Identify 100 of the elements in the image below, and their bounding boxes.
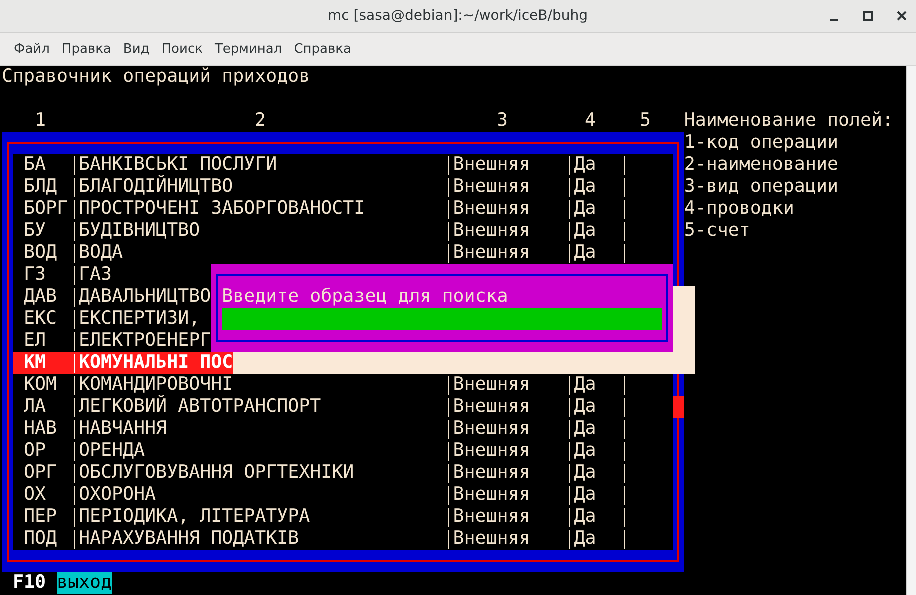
table-row[interactable]: КМ КОМУНАЛЬНІ ПОС (13, 352, 234, 374)
legend-text: 2-наименование (684, 154, 838, 176)
table-row[interactable]: БОРГ ПРОСТРОЧЕНІ ЗАБОРГОВАНОСТІ Внешняя Да (13, 198, 674, 220)
table-cell-text: БУДІВНИЦТВО (79, 220, 202, 242)
table-cell-text: ОР (24, 440, 48, 462)
table-cell: БОРГ (24, 198, 68, 220)
legend-text: 5-счет (684, 220, 750, 242)
table-cell-text: Да (574, 484, 598, 506)
menu-item[interactable]: Файл (8, 38, 56, 60)
legend-text: 1-код операции (684, 132, 838, 154)
table-row[interactable]: ВОД ВОДА Внешняя Да (13, 242, 674, 264)
table-cell-text: ОРГ (24, 462, 58, 484)
table-cell-text: ОХ (24, 484, 48, 506)
table-row[interactable]: ПЕР ПЕРІОДИКА, ЛІТЕРАТУРА Внешняя Да (13, 506, 674, 528)
table-cell-text: Да (574, 418, 598, 440)
table-cell-text: ПОД (24, 528, 58, 550)
table-row[interactable]: ГЗ ГАЗ (13, 264, 112, 286)
table-cell-text: ПЕР (24, 506, 58, 528)
table-cell-text: Внешняя (453, 418, 532, 440)
table-cell: ЕКСПЕРТИЗИ, (79, 308, 200, 330)
table-cell-text: Внешняя (453, 176, 532, 198)
table-cell: КОМУНАЛЬНІ ПОС (79, 352, 234, 374)
table-cell-text: Внешняя (453, 198, 532, 220)
table-cell-text: НАВЧАННЯ (79, 418, 168, 440)
table-cell-text: Да (574, 198, 598, 220)
table-row[interactable]: ДАВ ДАВАЛЬНИЦТВО (13, 286, 212, 308)
menu-item[interactable]: Терминал (208, 38, 288, 60)
window-title: mc [sasa@debian]:~/work/iceB/buhg (328, 8, 588, 24)
table-cell-text: БА (24, 154, 48, 176)
table-cell-text: Внешняя (453, 374, 532, 396)
table-cell-text: Внешняя (453, 396, 532, 418)
table-cell-text: КОМ (24, 374, 58, 396)
menu-item[interactable]: Правка (56, 38, 118, 60)
table-cell-text: Внешняя (453, 506, 532, 528)
table-cell-text: Да (574, 396, 598, 418)
table-row[interactable]: ОХ ОХОРОНА Внешняя Да (13, 484, 674, 506)
table-cell-text: Внешняя (453, 242, 532, 264)
table-cell-text: Да (574, 242, 598, 264)
maximize-icon[interactable] (862, 10, 874, 22)
table-cell-text: Да (574, 528, 598, 550)
table-row[interactable]: ПОД НАРАХУВАННЯ ПОДАТКІВ Внешняя Да (13, 528, 674, 550)
table-cell-text: Да (574, 440, 598, 462)
table-cell-text: ВОД (24, 242, 58, 264)
table-cell-text: ОРЕНДА (79, 440, 146, 462)
scrollbar[interactable] (906, 66, 916, 595)
table-row[interactable]: БА БАНКІВСЬКІ ПОСЛУГИ Внешняя Да (13, 154, 674, 176)
table-cell-text: Да (574, 374, 598, 396)
column-header: 3 (497, 110, 508, 132)
table-row[interactable]: НАВ НАВЧАННЯ Внешняя Да (13, 418, 674, 440)
screen-heading: Справочник операций приходов (2, 66, 310, 88)
table-cell-text: Внешняя (453, 484, 532, 506)
table-cell: ГАЗ (79, 264, 112, 286)
table-cell-text: Да (574, 220, 598, 242)
menu-item[interactable]: Справка (288, 38, 358, 60)
table-cell: ДАВАЛЬНИЦТВО (79, 286, 212, 308)
column-header: 4 (585, 110, 596, 132)
legend-text: Наименование полей: (684, 110, 894, 132)
table-row[interactable]: ОРГ ОБСЛУГОВУВАННЯ ОРГТЕХНІКИ Внешняя Да (13, 462, 674, 484)
legend-text: 3-вид операции (684, 176, 838, 198)
table-cell-text: ЕЛ (24, 330, 48, 352)
key-action[interactable]: выход (57, 572, 112, 594)
table-cell-text: Да (574, 176, 598, 198)
table-cell: ЕЛЕКТРОЕНЕРГ (79, 330, 212, 352)
table-cell-text: Внешняя (453, 440, 532, 462)
table-cell-text: Да (574, 462, 598, 484)
column-header: 2 (255, 110, 266, 132)
table-row[interactable]: ОР ОРЕНДА Внешняя Да (13, 440, 674, 462)
table-cell-text: КМ (24, 352, 48, 374)
column-header: 5 (640, 110, 651, 132)
table-cell-text: ЕКС (24, 308, 58, 330)
table-row[interactable]: КОМ КОМАНДИРОВОЧНІ Внешняя Да (13, 374, 674, 396)
table-cell-text: Внешняя (453, 462, 532, 484)
scrollbar-thumb[interactable] (673, 396, 684, 418)
table-cell-text: ПРОСТРОЧЕНІ ЗАБОРГОВАНОСТІ (79, 198, 366, 220)
menu-item[interactable]: Поиск (156, 38, 209, 60)
table-cell-text: Внешняя (453, 528, 532, 550)
table-row[interactable]: БЛД БЛАГОДІЙНИЦТВО Внешняя Да (13, 176, 674, 198)
table-cell-text: ПЕРІОДИКА, ЛІТЕРАТУРА (79, 506, 312, 528)
table-row[interactable]: БУ БУДІВНИЦТВО Внешняя Да (13, 220, 674, 242)
table-cell-text: Внешняя (453, 154, 532, 176)
table-row[interactable]: ЕЛ ЕЛЕКТРОЕНЕРГ (13, 330, 212, 352)
key-label: F10 (13, 572, 46, 594)
table-cell-text: ГЗ (24, 264, 48, 286)
table-cell-text: Да (574, 506, 598, 528)
column-header: 1 (35, 110, 46, 132)
table-cell-text: ОХОРОНА (79, 484, 158, 506)
table-cell-text: НАРАХУВАННЯ ПОДАТКІВ (79, 528, 300, 550)
table-row[interactable]: ЕКС ЕКСПЕРТИЗИ, (13, 308, 200, 330)
table-cell-text: Внешняя (453, 220, 532, 242)
table-cell-text: НАВ (24, 418, 58, 440)
table-cell-text: ЛА (24, 396, 48, 418)
table-row[interactable]: ЛА ЛЕГКОВИЙ АВТОТРАНСПОРТ Внешняя Да (13, 396, 674, 418)
menu-item[interactable]: Вид (117, 38, 156, 60)
table-cell-text: КОМАНДИРОВОЧНІ (79, 374, 234, 395)
search-prompt: Введите образец для поиска (222, 286, 508, 307)
search-field[interactable] (222, 308, 662, 330)
legend-text: 4-проводки (684, 198, 794, 220)
table-cell-text: ЛЕГКОВИЙ АВТОТРАНСПОРТ (79, 396, 322, 418)
table-cell-text: БЛД (24, 176, 58, 198)
close-icon[interactable] (896, 10, 908, 22)
